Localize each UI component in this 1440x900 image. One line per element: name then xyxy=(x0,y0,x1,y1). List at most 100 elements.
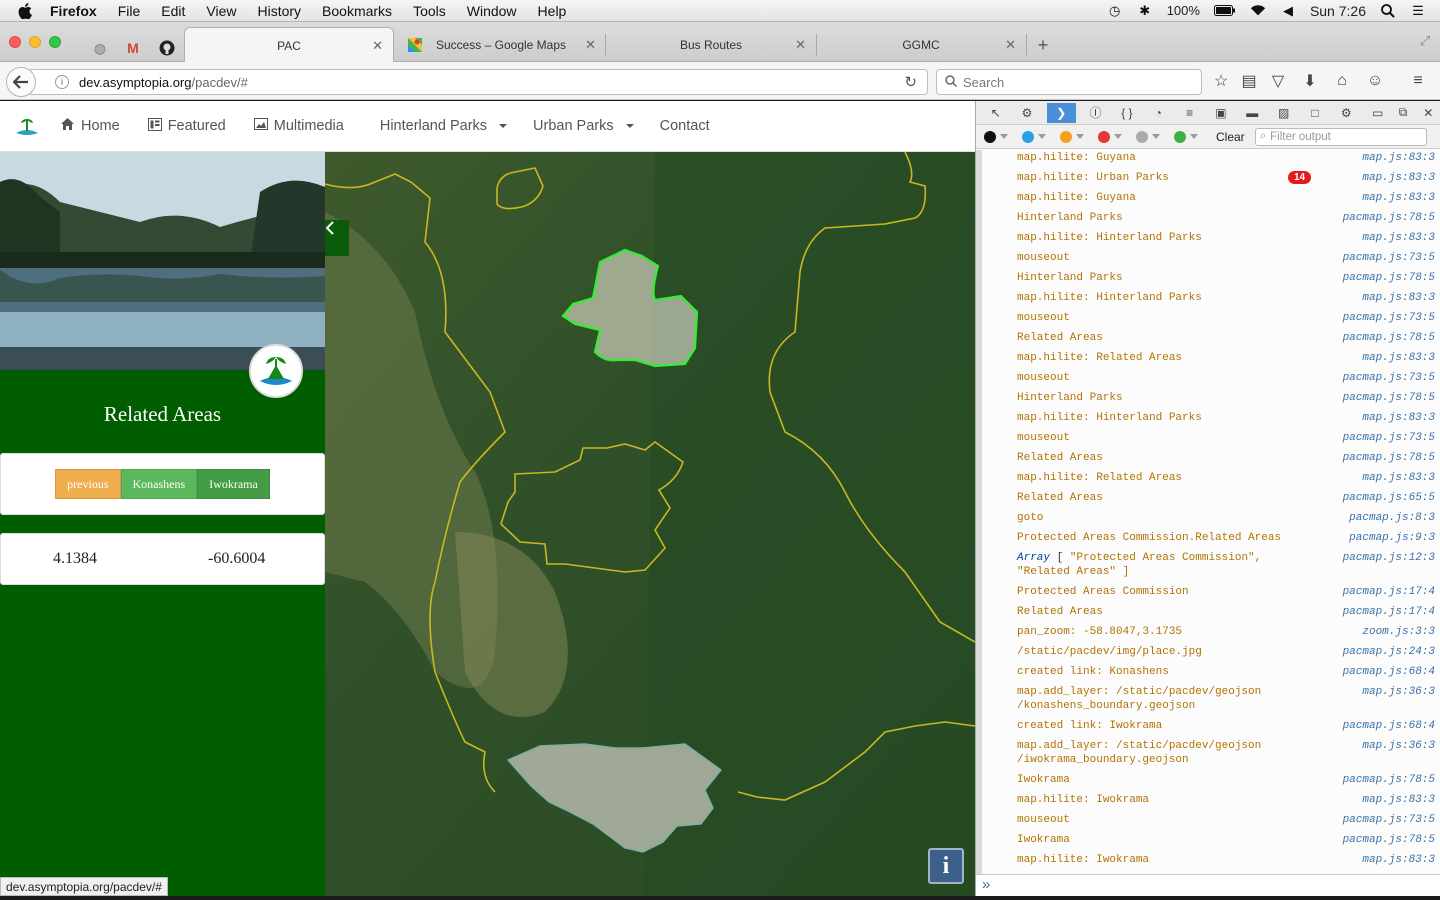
console-log-source-link[interactable]: pacmap.js:73:5 xyxy=(1343,311,1435,325)
console-log-source-link[interactable]: pacmap.js:73:5 xyxy=(1343,371,1435,385)
console-log-source-link[interactable]: pacmap.js:73:5 xyxy=(1343,431,1435,445)
console-log-source-link[interactable]: pacmap.js:8:3 xyxy=(1349,511,1435,525)
filter-js-icon[interactable] xyxy=(1060,130,1072,143)
console-log-source-link[interactable]: map.js:83:3 xyxy=(1362,351,1435,365)
bluetooth-icon[interactable]: ✱ xyxy=(1137,3,1153,18)
console-log-source-link[interactable]: map.js:83:3 xyxy=(1362,191,1435,205)
pinned-tab-gmail-icon[interactable]: M xyxy=(124,39,142,57)
console-log-source-link[interactable]: pacmap.js:9:3 xyxy=(1349,531,1435,545)
console-log-source-link[interactable]: map.js:83:3 xyxy=(1362,231,1435,245)
window-zoom-button[interactable] xyxy=(49,36,61,48)
tab-close-icon[interactable]: ✕ xyxy=(372,38,383,54)
tab-ggmc[interactable]: GGMC ✕ xyxy=(816,28,1026,62)
console-log-source-link[interactable]: pacmap.js:78:5 xyxy=(1343,773,1435,787)
home-icon[interactable]: ⌂ xyxy=(1333,72,1351,90)
site-logo-icon[interactable] xyxy=(14,115,40,137)
pocket-icon[interactable]: ▽ xyxy=(1269,72,1287,90)
url-bar[interactable]: i dev.asymptopia.org /pacdev/# ↻ xyxy=(30,69,928,95)
hamburger-menu-icon[interactable]: ≡ xyxy=(1409,72,1427,90)
nav-multimedia[interactable]: Multimedia xyxy=(253,118,344,134)
console-log-source-link[interactable]: zoom.js:3:3 xyxy=(1362,625,1435,639)
nav-hinterland-parks-dropdown[interactable]: Hinterland Parks xyxy=(380,118,508,134)
console-log-source-link[interactable]: pacmap.js:78:5 xyxy=(1343,271,1435,285)
menu-app-name[interactable]: Firefox xyxy=(50,3,97,19)
console-log-source-link[interactable]: map.js:36:3 xyxy=(1362,685,1435,699)
debugger-icon[interactable]: Ⓘ xyxy=(1084,103,1107,123)
console-log-source-link[interactable]: pacmap.js:17:4 xyxy=(1343,585,1435,599)
chat-icon[interactable]: ☺ xyxy=(1366,72,1384,90)
notification-center-icon[interactable]: ☰ xyxy=(1410,3,1426,18)
menu-tools[interactable]: Tools xyxy=(413,3,446,19)
battery-icon[interactable] xyxy=(1213,4,1236,18)
menu-view[interactable]: View xyxy=(206,3,236,19)
spotlight-search-icon[interactable] xyxy=(1380,3,1396,18)
window-minimize-button[interactable] xyxy=(29,36,41,48)
apple-menu-icon[interactable] xyxy=(18,2,36,19)
menu-help[interactable]: Help xyxy=(538,3,567,19)
console-filter-input[interactable]: ⌕ Filter output xyxy=(1254,127,1427,146)
filter-logging-icon[interactable] xyxy=(1136,130,1148,143)
undock-icon[interactable]: ⧉ xyxy=(1391,103,1414,123)
console-log-source-link[interactable]: pacmap.js:24:3 xyxy=(1343,645,1435,659)
new-tab-button[interactable]: + xyxy=(1032,28,1054,62)
console-tab-icon[interactable]: ❯ xyxy=(1046,102,1076,123)
site-info-icon[interactable]: i xyxy=(55,75,69,89)
konashens-button[interactable]: Konashens xyxy=(120,469,198,499)
window-close-button[interactable] xyxy=(9,36,21,48)
filter-css-icon[interactable] xyxy=(1022,130,1034,143)
3d-view-icon[interactable]: ▨ xyxy=(1272,103,1295,123)
tab-pac[interactable]: PAC ✕ xyxy=(184,27,394,63)
nav-featured[interactable]: Featured xyxy=(147,117,226,135)
responsive-mode-icon[interactable]: ▬ xyxy=(1241,103,1264,123)
tab-bus-routes[interactable]: Bus Routes ✕ xyxy=(606,28,816,62)
console-log-source-link[interactable]: pacmap.js:17:4 xyxy=(1343,605,1435,619)
search-input[interactable]: Search xyxy=(936,69,1202,95)
console-log-source-link[interactable]: pacmap.js:78:5 xyxy=(1343,833,1435,847)
filter-security-icon[interactable] xyxy=(1098,130,1110,143)
console-log-source-link[interactable]: map.js:83:3 xyxy=(1362,471,1435,485)
menu-file[interactable]: File xyxy=(118,3,141,19)
inspector-pick-icon[interactable]: ↖ xyxy=(984,103,1007,123)
network-icon[interactable]: ≡ xyxy=(1178,103,1201,123)
tab-close-icon[interactable]: ✕ xyxy=(585,37,596,53)
inspector-icon[interactable]: ⚙ xyxy=(1015,103,1038,123)
console-log-source-link[interactable]: map.js:36:3 xyxy=(1362,739,1435,753)
nav-urban-parks-dropdown[interactable]: Urban Parks xyxy=(533,118,634,134)
filter-server-icon[interactable] xyxy=(1174,130,1186,143)
console-log-source-link[interactable]: pacmap.js:78:5 xyxy=(1343,331,1435,345)
performance-icon[interactable]: ◔ xyxy=(1147,103,1170,123)
console-log-source-link[interactable]: map.js:83:3 xyxy=(1362,793,1435,807)
nav-contact[interactable]: Contact xyxy=(660,118,710,134)
nav-home[interactable]: Home xyxy=(60,117,120,135)
console-log-source-link[interactable]: pacmap.js:68:4 xyxy=(1343,665,1435,679)
reload-icon[interactable]: ↻ xyxy=(904,73,917,91)
filter-net-icon[interactable] xyxy=(984,130,996,143)
reading-list-icon[interactable]: ▤ xyxy=(1240,72,1258,90)
console-log-source-link[interactable]: map.js:83:3 xyxy=(1362,411,1435,425)
settings-gear-icon[interactable]: ⚙ xyxy=(1335,103,1358,123)
iwokrama-button[interactable]: Iwokrama xyxy=(197,469,270,499)
console-log-source-link[interactable]: pacmap.js:12:3 xyxy=(1343,551,1435,565)
pinned-tab-github-icon[interactable] xyxy=(158,39,176,57)
console-log-source-link[interactable]: pacmap.js:78:5 xyxy=(1343,391,1435,405)
map-info-button[interactable]: i xyxy=(928,848,964,884)
console-log-source-link[interactable]: map.js:83:3 xyxy=(1362,171,1435,185)
console-log-source-link[interactable]: pacmap.js:78:5 xyxy=(1343,211,1435,225)
console-log-source-link[interactable]: pacmap.js:65:5 xyxy=(1343,491,1435,505)
volume-icon[interactable]: ◀ xyxy=(1280,3,1296,18)
style-editor-icon[interactable]: { } xyxy=(1115,103,1138,123)
menu-bookmarks[interactable]: Bookmarks xyxy=(322,3,392,19)
dock-icon[interactable]: ▭ xyxy=(1366,103,1389,123)
time-machine-icon[interactable]: ◷ xyxy=(1107,3,1123,18)
previous-button[interactable]: previous xyxy=(55,469,121,499)
console-log-source-link[interactable]: pacmap.js:78:5 xyxy=(1343,451,1435,465)
tab-google-maps[interactable]: Success – Google Maps ✕ xyxy=(396,28,606,62)
console-log-source-link[interactable]: map.js:83:3 xyxy=(1362,151,1435,165)
tab-close-icon[interactable]: ✕ xyxy=(795,37,806,53)
wifi-icon[interactable] xyxy=(1250,4,1266,18)
close-devtools-icon[interactable]: ✕ xyxy=(1417,103,1440,123)
console-log-source-link[interactable]: pacmap.js:73:5 xyxy=(1343,251,1435,265)
menu-history[interactable]: History xyxy=(257,3,301,19)
console-log-source-link[interactable]: map.js:83:3 xyxy=(1362,291,1435,305)
sidebar-collapse-button[interactable] xyxy=(325,220,349,256)
